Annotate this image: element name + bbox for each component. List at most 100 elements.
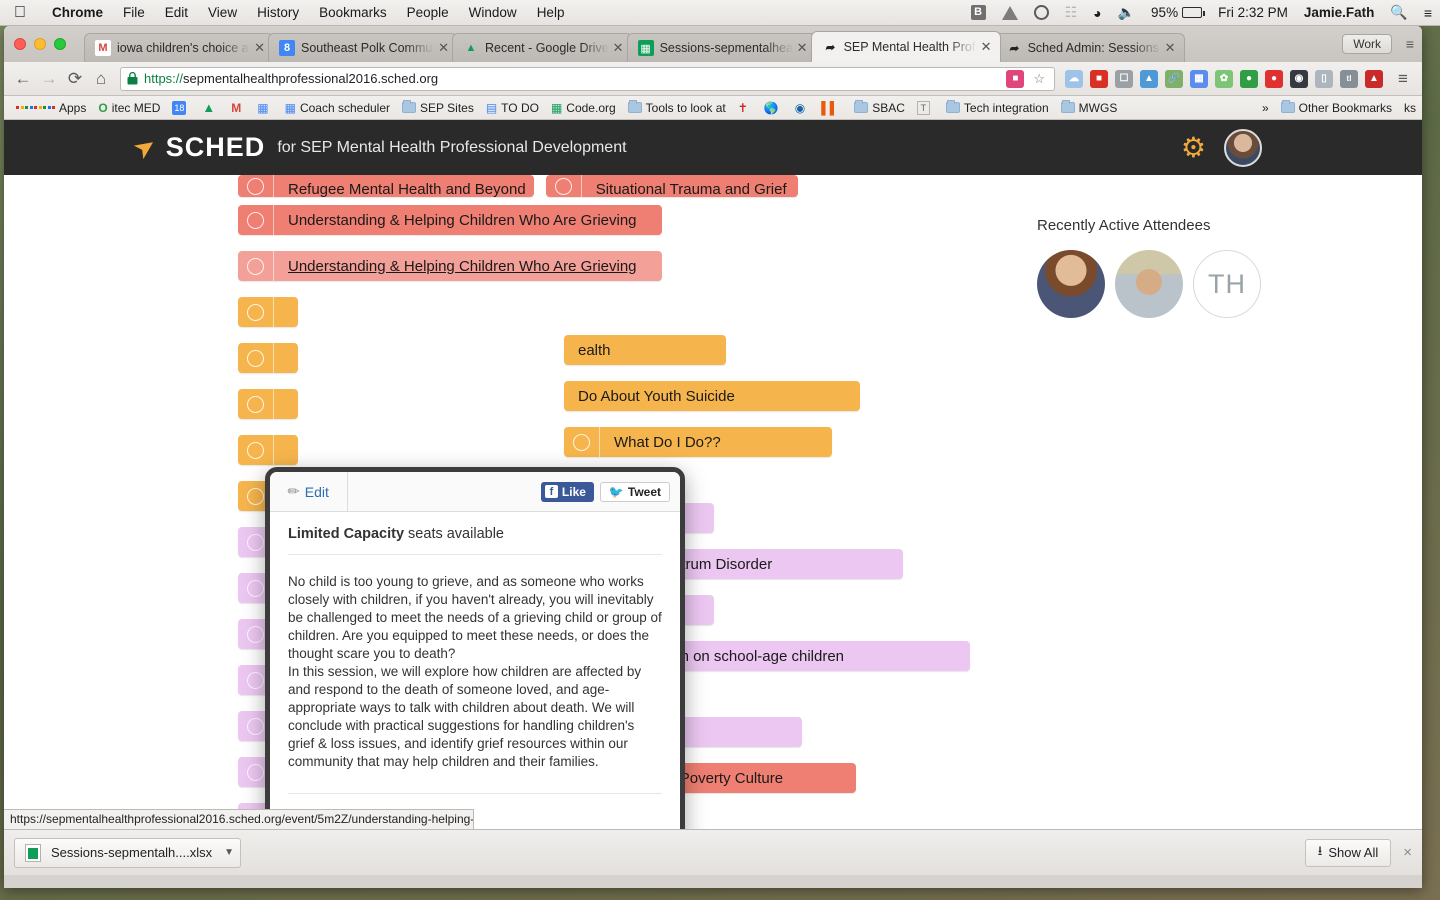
bookmark-coach-scheduler[interactable]: ▦ Coach scheduler — [279, 101, 396, 115]
home-button[interactable]: ⌂ — [88, 69, 114, 89]
gear-icon[interactable]: ⚙ — [1181, 131, 1206, 164]
window-extension-icon[interactable]: ☐ — [1115, 69, 1133, 88]
bookmark-columns-1[interactable]: ▦ — [251, 101, 278, 115]
sched-rocket-logo-icon[interactable]: ➤ — [127, 129, 163, 167]
menu-item-people[interactable]: People — [397, 5, 459, 20]
dark-extension-icon[interactable]: ◉ — [1290, 69, 1308, 88]
window-controls[interactable] — [14, 38, 66, 50]
session-pill-grieving-2-selected[interactable]: Understanding & Helping Children Who Are… — [238, 251, 662, 281]
menu-item-file[interactable]: File — [113, 5, 155, 20]
session-toggle-icon[interactable] — [238, 343, 274, 373]
session-pill-what-do-i-do[interactable]: What Do I Do?? — [564, 427, 832, 457]
opera-extension-icon[interactable]: ● — [1265, 69, 1283, 88]
spotlight-search-icon[interactable]: 🔍 — [1382, 4, 1415, 21]
session-pill[interactable] — [238, 435, 298, 465]
attendee-avatar-3[interactable]: TH — [1193, 250, 1261, 318]
browser-tab-1[interactable]: 8 Southeast Polk Community ✕ — [268, 33, 458, 62]
bookmark-sbac[interactable]: SBAC — [848, 100, 911, 115]
menu-bar-username[interactable]: Jamie.Fath — [1296, 5, 1383, 20]
session-toggle-icon[interactable] — [238, 205, 274, 235]
session-toggle-icon[interactable] — [238, 251, 274, 281]
red-square-extension-icon[interactable]: ■ — [1090, 69, 1108, 88]
time-machine-icon[interactable] — [1026, 5, 1057, 20]
attendee-avatar-1[interactable] — [1037, 250, 1105, 318]
menu-item-chrome[interactable]: Chrome — [42, 5, 113, 20]
facebook-like-button[interactable]: f Like — [540, 481, 594, 502]
menu-item-view[interactable]: View — [198, 5, 247, 20]
session-toggle-icon[interactable] — [564, 427, 600, 457]
link-extension-icon[interactable]: 🔗 — [1165, 69, 1183, 88]
bookmark-globe[interactable]: 🌎 — [758, 101, 789, 115]
bookmark-t[interactable]: T — [911, 100, 940, 115]
close-tab-icon[interactable]: ✕ — [613, 40, 624, 56]
volume-icon[interactable]: 🔈 — [1110, 4, 1143, 21]
close-tab-icon[interactable]: ✕ — [1165, 40, 1176, 56]
profile-label-work[interactable]: Work — [1342, 34, 1392, 54]
session-pill-youth-suicide[interactable]: Do About Youth Suicide — [564, 381, 860, 411]
bookmark-calendar[interactable]: 18 — [166, 100, 196, 115]
apple-logo-icon[interactable]:  — [14, 4, 26, 21]
browser-tab-5[interactable]: ➦ Sched Admin: Sessions (10 ✕ — [994, 33, 1185, 62]
bookmark-orange-bars[interactable]: ▌▌ — [815, 101, 848, 115]
bookmark-code-org[interactable]: ▦ Code.org — [545, 101, 622, 115]
wifi-icon[interactable]: ◕ — [1085, 5, 1109, 21]
bookmarks-overflow-button[interactable]: » — [1256, 101, 1275, 115]
maximize-window-button[interactable] — [54, 38, 66, 50]
bookmark-other-bookmarks[interactable]: Other Bookmarks — [1275, 100, 1398, 115]
close-tab-icon[interactable]: ✕ — [438, 40, 449, 56]
chevron-down-icon[interactable]: ▼ — [224, 847, 234, 858]
leaf-extension-icon[interactable]: ✿ — [1215, 69, 1233, 88]
bartender-icon[interactable]: B — [963, 5, 994, 20]
drive-extension-icon[interactable]: ▲ — [1140, 69, 1158, 88]
back-button[interactable]: ← — [10, 69, 36, 89]
close-window-button[interactable] — [14, 38, 26, 50]
show-all-downloads-button[interactable]: ⭳ Show All — [1304, 838, 1392, 867]
session-toggle-icon[interactable] — [546, 175, 582, 197]
mask-extension-icon[interactable]: ▲ — [1365, 69, 1383, 88]
session-pill[interactable] — [238, 297, 298, 327]
bookmark-tech-integration[interactable]: Tech integration — [940, 100, 1055, 115]
bookmark-gmail[interactable]: M — [225, 101, 251, 115]
session-pill[interactable]: Situational Trauma and Grief — [545, 175, 798, 197]
warning-triangle-icon[interactable] — [994, 5, 1026, 20]
session-pill-grieving-1[interactable]: Understanding & Helping Children Who Are… — [238, 205, 662, 235]
bookmark-apps[interactable]: Apps — [10, 101, 92, 115]
address-bar[interactable]: https://sepmentalhealthprofessional2016.… — [120, 66, 1055, 91]
session-toggle-icon[interactable] — [238, 175, 274, 197]
session-pill[interactable]: Refugee Mental Health and Beyond — [238, 175, 534, 197]
close-tab-icon[interactable]: ✕ — [254, 40, 265, 56]
window-list-icon[interactable]: ≡ — [1406, 36, 1414, 52]
reload-button[interactable]: ⟳ — [62, 69, 88, 89]
menu-item-help[interactable]: Help — [527, 5, 575, 20]
browser-tab-3[interactable]: ▦ Sessions-sepmentalhealthp ✕ — [626, 33, 817, 62]
green-circle-extension-icon[interactable]: ● — [1240, 69, 1258, 88]
battery-status[interactable]: 95% — [1143, 5, 1210, 20]
session-pill[interactable] — [238, 389, 298, 419]
chrome-menu-button[interactable]: ≡ — [1390, 69, 1416, 89]
download-item[interactable]: Sessions-sepmentalh....xlsx ▼ — [14, 837, 242, 868]
text-extension-icon[interactable]: tl — [1340, 69, 1358, 88]
translate-icon[interactable]: ■ — [1006, 69, 1025, 88]
sched-wordmark[interactable]: SCHED — [166, 132, 266, 163]
close-tab-icon[interactable]: ✕ — [981, 39, 992, 55]
session-pill[interactable] — [238, 343, 298, 373]
twitter-tweet-button[interactable]: 🐦 Tweet — [599, 481, 670, 502]
minimize-window-button[interactable] — [34, 38, 46, 50]
menu-item-bookmarks[interactable]: Bookmarks — [309, 5, 397, 20]
edit-button[interactable]: ✎ Edit — [270, 472, 348, 512]
browser-tab-2[interactable]: ▲ Recent - Google Drive ✕ — [452, 33, 633, 62]
browser-tab-0[interactable]: M iowa children's choice awa ✕ — [84, 33, 274, 62]
bookmark-mwgs[interactable]: MWGS — [1055, 100, 1124, 115]
bluetooth-icon[interactable]: ☷ — [1057, 4, 1086, 21]
session-pill[interactable]: ealth — [564, 335, 726, 365]
menu-item-history[interactable]: History — [247, 5, 309, 20]
browser-tab-4-active[interactable]: ➦ SEP Mental Health Profess ✕ — [810, 31, 1001, 62]
forward-button[interactable]: → — [36, 69, 62, 89]
close-shelf-icon[interactable]: × — [1403, 844, 1412, 861]
bookmark-drive[interactable]: ▲ — [196, 100, 225, 115]
bookmark-star-icon[interactable]: ☆ — [1030, 71, 1048, 87]
attendee-avatar-2[interactable] — [1115, 250, 1183, 318]
cloud-extension-icon[interactable]: ☁ — [1065, 69, 1083, 88]
session-toggle-icon[interactable] — [238, 435, 274, 465]
monitor-extension-icon[interactable]: ▯ — [1315, 69, 1333, 88]
